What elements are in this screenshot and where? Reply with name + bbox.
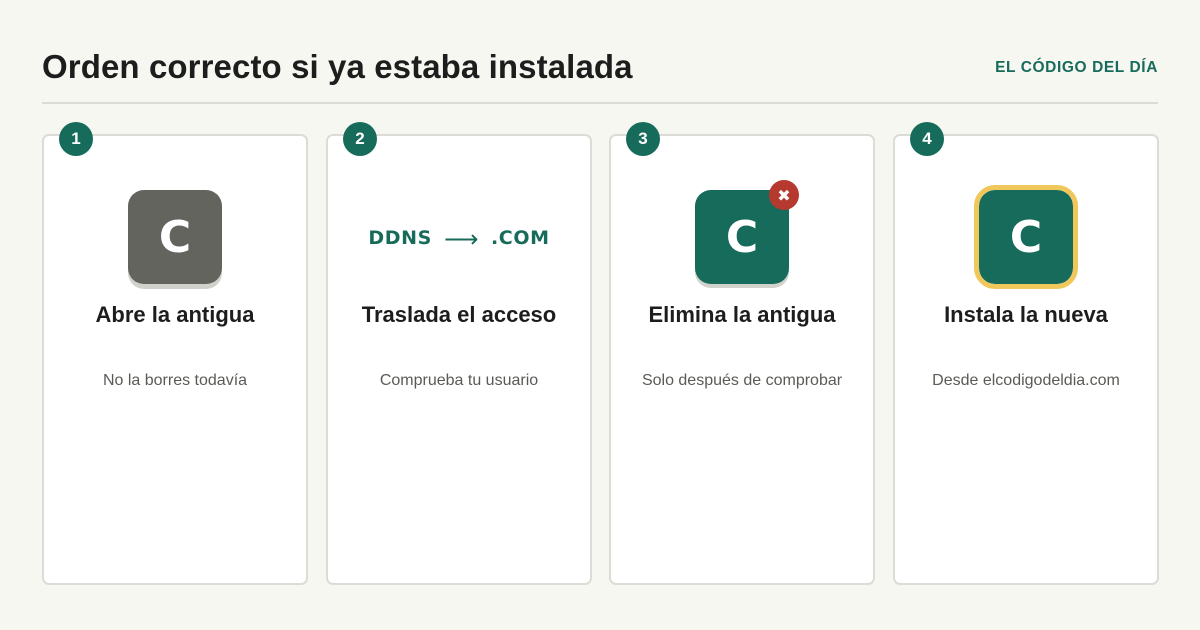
- old-app-icon: C: [128, 190, 222, 284]
- arrow-right-icon: ⟶: [443, 225, 479, 253]
- app-icon-letter: C: [158, 211, 192, 263]
- step-card-2: 2 DDNS ⟶ .COM Traslada el acceso Comprue…: [326, 122, 592, 585]
- step-subtitle: Desde elcodigodeldia.com: [932, 372, 1120, 389]
- step-title: Instala la nueva: [944, 302, 1108, 327]
- step-subtitle: Solo después de comprobar: [641, 372, 843, 389]
- step-number-badge: 1: [59, 122, 93, 156]
- app-icon: C ✖: [695, 180, 799, 284]
- step-card-1: 1 C Abre la antigua No la borres todavía: [42, 122, 308, 585]
- app-icon-letter: C: [1009, 211, 1043, 263]
- step-number-badge: 3: [626, 122, 660, 156]
- page-title: Orden correcto si ya estaba instalada: [42, 48, 633, 85]
- new-app-icon: C: [974, 185, 1078, 289]
- domain-to: .COM: [490, 227, 550, 249]
- remove-icon: ✖: [769, 180, 799, 210]
- header: Orden correcto si ya estaba instalada EL…: [42, 44, 1158, 104]
- step-title: Traslada el acceso: [361, 302, 557, 327]
- step-card-4: 4 C Instala la nueva Desde elcodigodeldi…: [893, 122, 1159, 585]
- step-card-3: 3 C ✖ Elimina la antigua Solo después de…: [609, 122, 875, 585]
- domain-from: DDNS: [368, 227, 432, 249]
- step-title: Elimina la antigua: [648, 302, 836, 327]
- step-number-badge: 2: [343, 122, 377, 156]
- step-number-badge: 4: [910, 122, 944, 156]
- step-title: Abre la antigua: [95, 302, 255, 327]
- domain-migration: DDNS ⟶ .COM: [328, 224, 590, 253]
- step-subtitle: Comprueba tu usuario: [379, 372, 539, 389]
- app-icon-letter: C: [725, 211, 759, 263]
- brand-logo-text[interactable]: EL CÓDIGO DEL DÍA: [995, 59, 1158, 77]
- step-subtitle: No la borres todavía: [102, 372, 248, 389]
